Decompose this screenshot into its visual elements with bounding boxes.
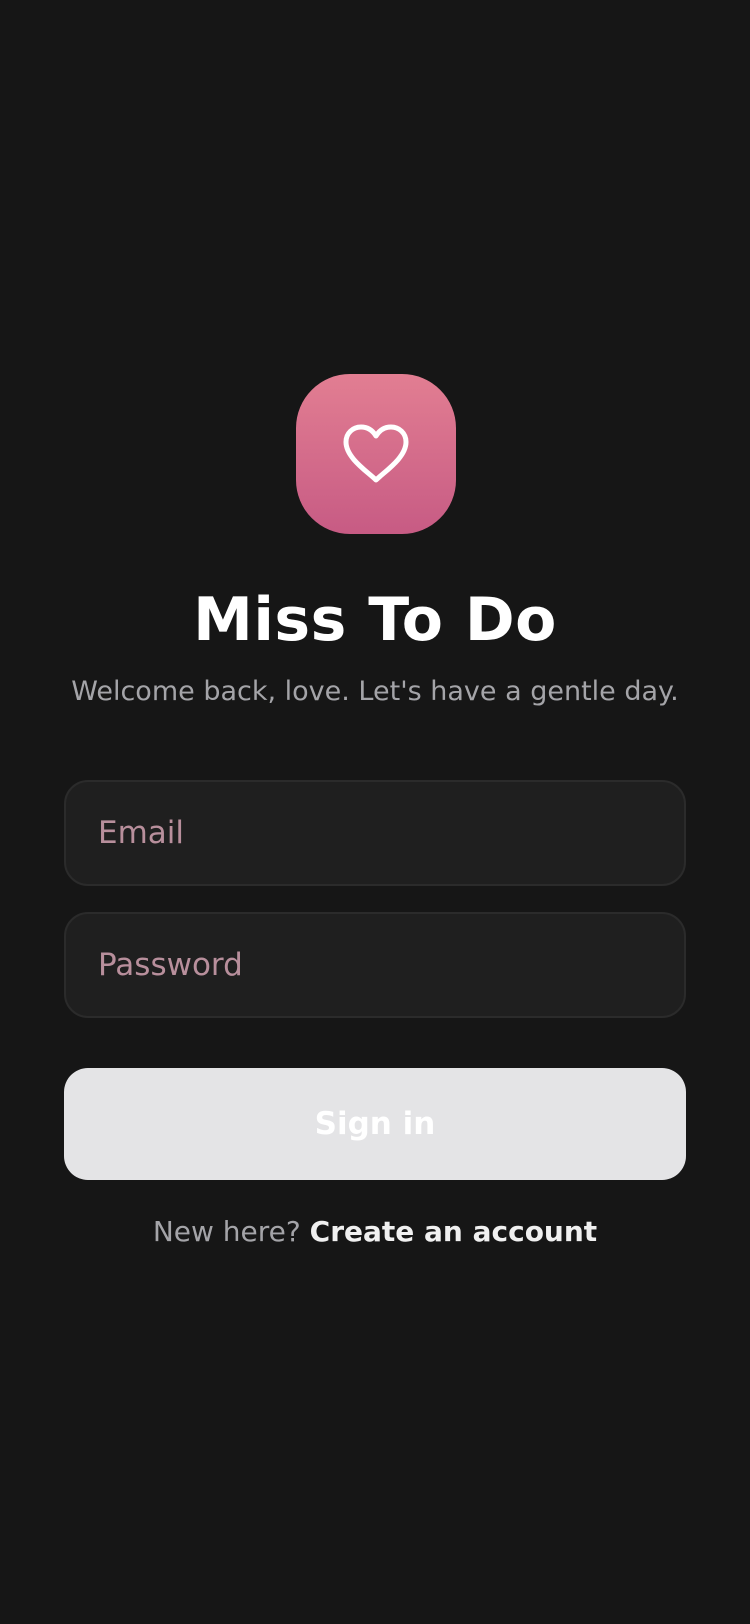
- create-account-link[interactable]: Create an account: [310, 1215, 598, 1248]
- app-logo: [296, 374, 456, 534]
- sign-in-button[interactable]: Sign in: [64, 1068, 686, 1180]
- email-input[interactable]: [64, 780, 686, 886]
- signup-prompt: New here? Create an account: [0, 1212, 750, 1252]
- signup-prompt-text: New here?: [152, 1215, 301, 1248]
- welcome-subtitle: Welcome back, love. Let's have a gentle …: [71, 676, 679, 707]
- password-input[interactable]: [64, 912, 686, 1018]
- login-screen: Miss To Do Welcome back, love. Let's hav…: [0, 0, 750, 1624]
- heart-icon: [343, 424, 409, 483]
- app-title: Miss To Do: [193, 585, 557, 655]
